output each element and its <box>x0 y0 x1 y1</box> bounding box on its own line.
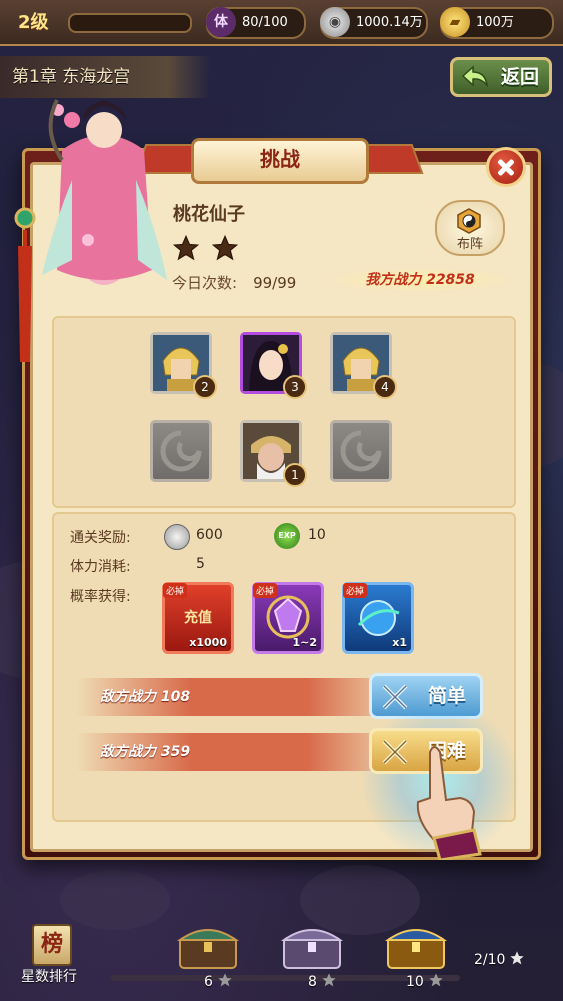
taiji-icon <box>457 208 481 234</box>
enemy-position-badge: 2 <box>193 375 217 399</box>
stamina-cost-value: 5 <box>196 556 205 572</box>
empty-enemy-slot <box>330 420 392 482</box>
close-button[interactable] <box>486 147 526 187</box>
chest-star-requirement: 10 <box>406 972 444 990</box>
enemy-lineup: 2 3 4 1 <box>52 316 516 508</box>
my-power: 我方战力 22858 <box>330 268 510 292</box>
star-ranking-label: 星数排行 <box>21 969 77 985</box>
player-level: 2级 <box>18 12 49 33</box>
drop-item-quantity: x1 <box>392 636 407 649</box>
drop-item-quantity: x1000 <box>189 636 227 649</box>
gold-value: 100万 <box>476 15 514 30</box>
tutorial-pointing-hand-icon <box>416 746 482 860</box>
silver-coin-icon <box>164 524 190 550</box>
enemy-slot[interactable]: 4 <box>330 332 397 399</box>
daily-attempts: 今日次数: 99/99 <box>172 272 296 293</box>
formation-button[interactable]: 布阵 <box>435 200 505 256</box>
hard-enemy-power: 敌方战力 359 <box>76 733 406 771</box>
star-ranking-button[interactable]: 榜 星数排行 <box>14 922 84 1000</box>
recharge-icon: 充值 <box>184 610 212 626</box>
stamina-value: 80/100 <box>242 15 288 30</box>
drop-item[interactable]: 必掉 充值 x1000 <box>162 582 234 654</box>
star-icon <box>218 973 232 987</box>
stamina-display[interactable]: 体 80/100 <box>206 7 306 39</box>
formation-label: 布阵 <box>456 237 483 252</box>
empty-enemy-slot <box>150 420 212 482</box>
star-icon <box>510 951 525 965</box>
chest-star-requirement: 8 <box>308 972 337 990</box>
treasure-chest-icon[interactable] <box>384 920 448 970</box>
drop-item[interactable]: 必掉 1~2 <box>252 582 324 654</box>
guaranteed-drop-tag: 必掉 <box>253 583 278 598</box>
stamina-icon: 体 <box>206 7 236 37</box>
guaranteed-drop-tag: 必掉 <box>343 583 368 598</box>
drop-item-quantity: 1~2 <box>292 636 317 649</box>
silver-coin-icon: ◉ <box>320 7 350 37</box>
swirl-placeholder-icon <box>340 430 382 472</box>
star-icon <box>322 973 336 987</box>
gold-ingot-icon: ▰ <box>440 7 470 37</box>
treasure-chest-icon[interactable] <box>280 920 344 970</box>
drop-item[interactable]: 必掉 x1 <box>342 582 414 654</box>
top-status-bar: 2级 体 80/100 ◉ 1000.14万 ▰ 100万 <box>0 0 563 46</box>
total-stars-count: 2/10 <box>474 950 525 968</box>
silver-display[interactable]: ◉ 1000.14万 <box>320 7 428 39</box>
chest-star-requirement: 6 <box>204 972 233 990</box>
stamina-cost-label: 体力消耗: <box>70 559 131 575</box>
enemy-slot[interactable]: 1 <box>240 420 307 487</box>
star-icon <box>211 234 239 261</box>
swirl-placeholder-icon <box>160 430 202 472</box>
guaranteed-drop-tag: 必掉 <box>163 583 188 598</box>
enemy-position-badge: 1 <box>283 463 307 487</box>
level-progress-bar <box>68 13 192 33</box>
boss-name: 桃花仙子 <box>173 204 245 225</box>
star-icon <box>429 973 443 987</box>
clear-reward-label: 通关奖励: <box>70 530 131 546</box>
ranking-scroll-icon: 榜 <box>32 924 72 966</box>
back-arrow-icon <box>461 65 489 87</box>
star-reward-bar: 榜 星数排行 6 8 10 2/10 <box>0 920 563 1001</box>
back-button[interactable]: 返回 <box>450 57 552 97</box>
daily-attempts-label: 今日次数: <box>172 274 238 292</box>
enemy-position-badge: 3 <box>283 375 307 399</box>
star-rating <box>172 234 245 266</box>
enemy-position-badge: 4 <box>373 375 397 399</box>
back-button-label: 返回 <box>500 66 539 88</box>
boss-portrait <box>42 99 167 285</box>
star-icon <box>172 234 200 261</box>
exp-reward-value: 10 <box>308 527 326 543</box>
treasure-chest-icon[interactable] <box>176 920 240 970</box>
easy-enemy-power: 敌方战力 108 <box>76 678 406 716</box>
enemy-slot[interactable]: 3 <box>240 332 307 399</box>
exp-icon: EXP <box>274 523 300 549</box>
daily-attempts-value: 99/99 <box>253 274 297 292</box>
silver-value: 1000.14万 <box>356 15 423 30</box>
dialog-title: 挑战 <box>191 138 369 184</box>
drop-chance-label: 概率获得: <box>70 589 131 605</box>
enemy-slot[interactable]: 2 <box>150 332 217 399</box>
gold-display[interactable]: ▰ 100万 <box>440 7 554 39</box>
silver-reward-value: 600 <box>196 527 223 543</box>
